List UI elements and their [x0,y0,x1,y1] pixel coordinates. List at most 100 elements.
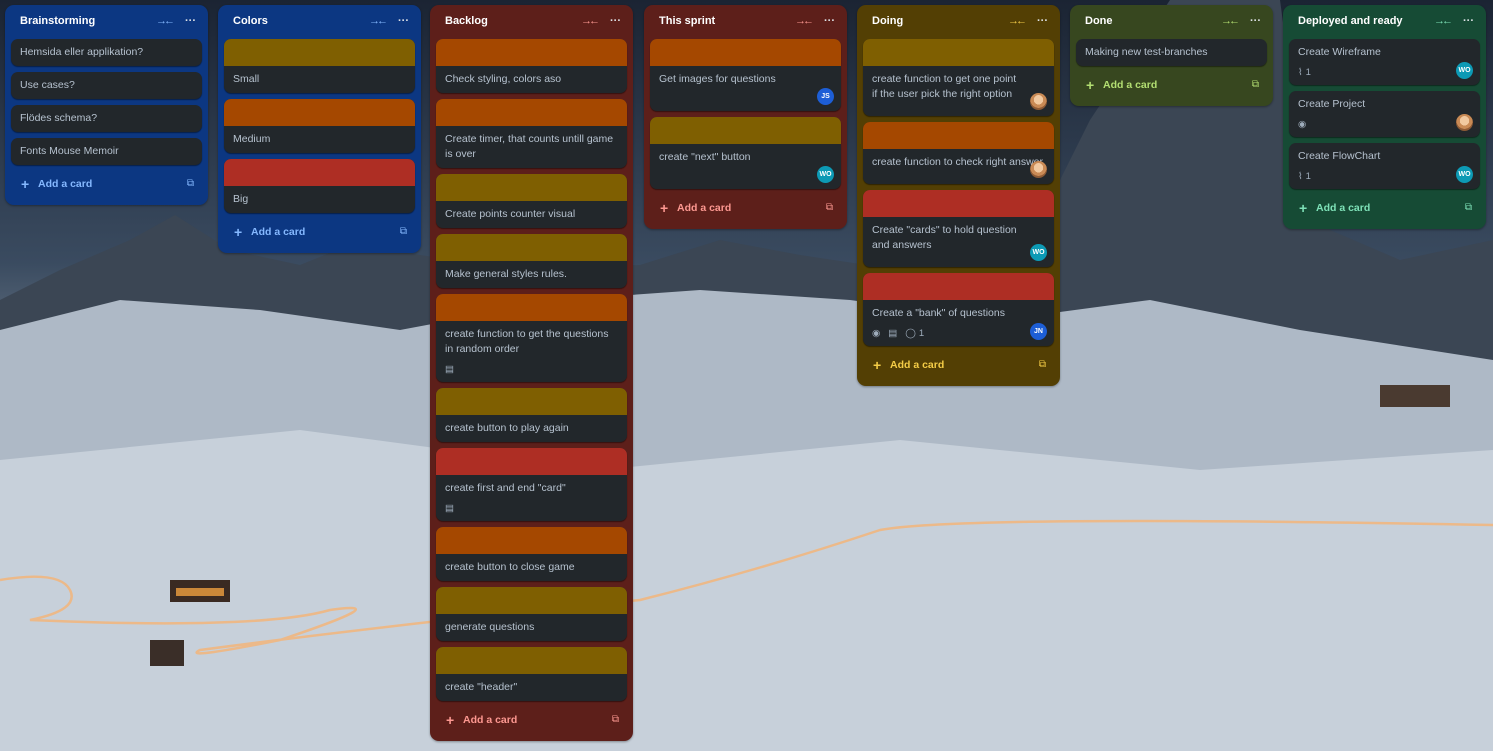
plus-icon: + [21,176,30,192]
attachments-badge: ⌇ 1 [1298,169,1311,184]
add-card-button[interactable]: + Add a card ⧉ [863,352,1054,380]
attachment-icon: ⌇ [1298,66,1303,78]
card[interactable]: Get images for questions JS [650,39,841,111]
member-avatar[interactable] [1030,161,1047,178]
card[interactable]: Use cases? [11,72,202,99]
template-icon[interactable]: ⧉ [400,226,407,237]
list-header[interactable]: Doing →← ··· [857,5,1060,38]
card-cover [224,99,415,126]
list-header[interactable]: Done →← ··· [1070,5,1273,38]
card[interactable]: Small [224,39,415,93]
list-header[interactable]: Deployed and ready →← ··· [1283,5,1486,38]
more-icon[interactable]: ··· [824,14,835,28]
card-title: Create timer, that counts untill game is… [445,133,614,160]
add-card-button[interactable]: + Add a card ⧉ [224,219,415,247]
plus-icon: + [446,712,455,728]
card-cover [436,587,627,614]
member-avatar[interactable] [1456,114,1473,131]
card[interactable]: Create timer, that counts untill game is… [436,99,627,168]
collapse-icon[interactable]: →← [795,14,814,28]
list-title[interactable]: Doing [872,15,903,27]
collapse-icon[interactable]: →← [369,14,388,28]
collapse-icon[interactable]: →← [1008,14,1027,28]
list-title[interactable]: Backlog [445,15,488,27]
template-icon[interactable]: ⧉ [612,714,619,725]
list-title[interactable]: Deployed and ready [1298,15,1403,27]
card[interactable]: Create points counter visual [436,174,627,228]
more-icon[interactable]: ··· [1037,14,1048,28]
add-card-button[interactable]: + Add a card ⧉ [650,195,841,223]
template-icon[interactable]: ⧉ [187,178,194,189]
card[interactable]: Check styling, colors aso [436,39,627,93]
list-title[interactable]: This sprint [659,15,715,27]
card-content: Create Wireframe ⌇ 1 [1289,39,1480,85]
list-title[interactable]: Brainstorming [20,15,95,27]
card[interactable]: Create FlowChart ⌇ 1 WO [1289,143,1480,189]
collapse-icon[interactable]: →← [156,14,175,28]
comment-icon: ◯ [905,327,916,339]
member-avatar[interactable]: WO [1456,62,1473,79]
member-avatar[interactable]: WO [1030,244,1047,261]
card[interactable]: Create "cards" to hold question and answ… [863,190,1054,267]
card[interactable]: create button to play again [436,388,627,442]
card-title: generate questions [445,621,535,633]
template-icon[interactable]: ⧉ [1465,202,1472,213]
card[interactable]: Create Project ◉ [1289,91,1480,137]
member-avatar[interactable]: WO [817,166,834,183]
card-cover [650,39,841,66]
card-title: Hemsida eller applikation? [20,46,144,58]
add-card-label: Add a card [251,226,306,238]
collapse-icon[interactable]: →← [581,14,600,28]
card[interactable]: Make general styles rules. [436,234,627,288]
member-avatar[interactable]: JN [1030,323,1047,340]
list-brainstorming: Brainstorming →← ··· Hemsida eller appli… [5,5,208,205]
more-icon[interactable]: ··· [610,14,621,28]
add-card-button[interactable]: + Add a card ⧉ [11,171,202,199]
member-avatar[interactable] [1030,93,1047,110]
list-title[interactable]: Done [1085,15,1113,27]
card-title: Fonts Mouse Memoir [20,145,119,157]
card[interactable]: Create a "bank" of questions ◉ ▤ ◯ 1 JN [863,273,1054,346]
card[interactable]: Making new test-branches [1076,39,1267,66]
card[interactable]: generate questions [436,587,627,641]
add-card-button[interactable]: + Add a card ⧉ [1076,72,1267,100]
member-avatar[interactable]: WO [1456,166,1473,183]
card[interactable]: Flödes schema? [11,105,202,132]
card[interactable]: create function to get one point if the … [863,39,1054,116]
description-icon: ▤ [445,502,454,514]
template-icon[interactable]: ⧉ [826,202,833,213]
collapse-icon[interactable]: →← [1434,14,1453,28]
more-icon[interactable]: ··· [1250,14,1261,28]
more-icon[interactable]: ··· [398,14,409,28]
list-header[interactable]: Colors →← ··· [218,5,421,38]
add-card-button[interactable]: + Add a card ⧉ [1289,195,1480,223]
card[interactable]: create first and end "card" ▤ [436,448,627,521]
card[interactable]: create "header" [436,647,627,701]
list-doing: Doing →← ··· create function to get one … [857,5,1060,386]
card[interactable]: Hemsida eller applikation? [11,39,202,66]
list-header[interactable]: This sprint →← ··· [644,5,847,38]
list-header[interactable]: Brainstorming →← ··· [5,5,208,38]
card[interactable]: create function to check right answer [863,122,1054,184]
collapse-icon[interactable]: →← [1221,14,1240,28]
card[interactable]: create function to get the questions in … [436,294,627,382]
more-icon[interactable]: ··· [185,14,196,28]
plus-icon: + [1086,77,1095,93]
list-title[interactable]: Colors [233,15,268,27]
card[interactable]: Create Wireframe ⌇ 1 WO [1289,39,1480,85]
more-icon[interactable]: ··· [1463,14,1474,28]
card[interactable]: create button to close game [436,527,627,581]
card-content: Create Project ◉ [1289,91,1480,137]
card[interactable]: create "next" button WO [650,117,841,189]
card-title: Create points counter visual [445,208,576,220]
card[interactable]: Medium [224,99,415,153]
card[interactable]: Fonts Mouse Memoir [11,138,202,165]
card-cover [863,190,1054,217]
add-card-button[interactable]: + Add a card ⧉ [436,707,627,735]
template-icon[interactable]: ⧉ [1039,359,1046,370]
template-icon[interactable]: ⧉ [1252,79,1259,90]
card[interactable]: Big [224,159,415,213]
list-header[interactable]: Backlog →← ··· [430,5,633,38]
member-avatar[interactable]: JS [817,88,834,105]
list-this-sprint: This sprint →← ··· Get images for questi… [644,5,847,229]
